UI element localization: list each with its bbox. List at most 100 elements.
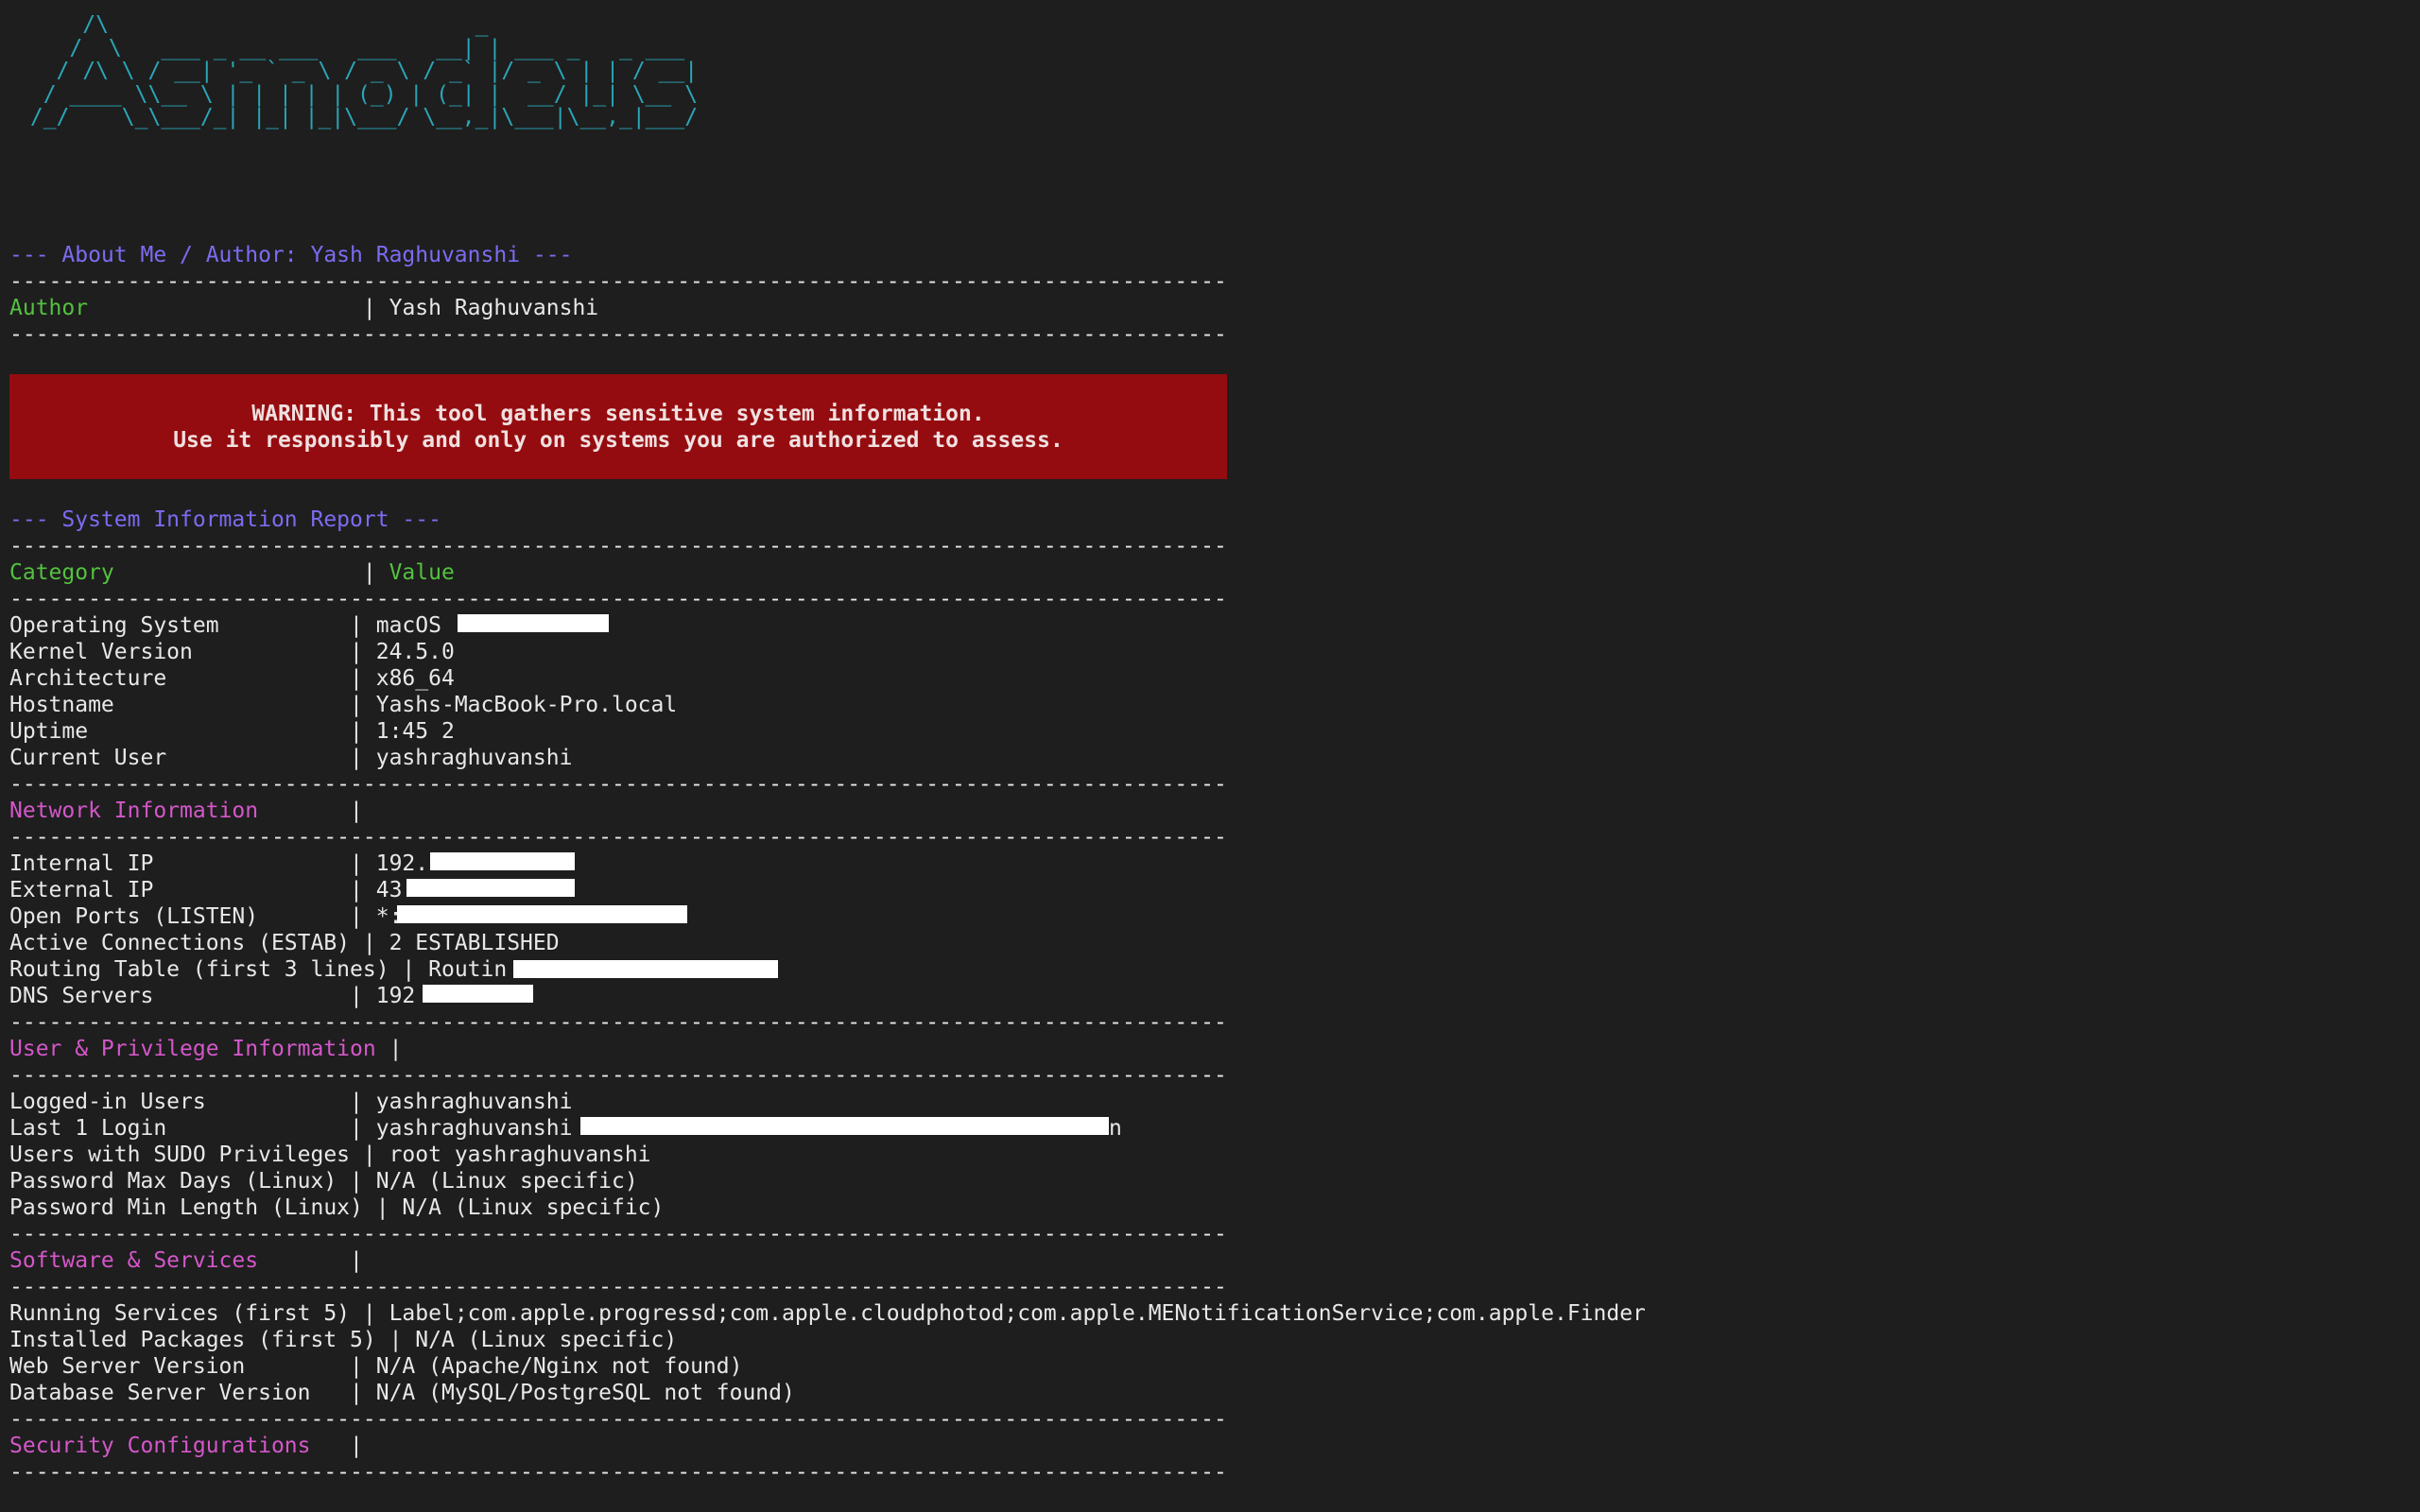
table-row: Internal IP | 192. xyxy=(9,851,429,876)
row-value: x86_64 xyxy=(375,666,455,691)
row-value: root yashraghuvanshi xyxy=(389,1143,651,1167)
row-key: Current User xyxy=(9,746,351,770)
table-row: Current User | yashraghuvanshi xyxy=(9,746,573,770)
redaction-block xyxy=(406,879,575,897)
section-security: Security Configurations | xyxy=(9,1434,363,1458)
table-row: Architecture | x86_64 xyxy=(9,666,455,691)
table-row: Web Server Version | N/A (Apache/Nginx n… xyxy=(9,1354,743,1379)
table-row: DNS Servers | 192 xyxy=(9,984,416,1008)
table-row: Database Server Version | N/A (MySQL/Pos… xyxy=(9,1381,795,1405)
row-key: Last 1 Login xyxy=(9,1116,351,1141)
row-key: Password Max Days (Linux) xyxy=(9,1169,337,1194)
warning-line-1: WARNING: This tool gathers sensitive sys… xyxy=(251,401,985,426)
user-title: User & Privilege Information xyxy=(9,1037,376,1061)
row-key: Operating System xyxy=(9,613,351,638)
row-key: External IP xyxy=(9,878,351,902)
security-title: Security Configurations xyxy=(9,1434,351,1458)
redaction-block xyxy=(580,1117,1109,1135)
ascii-banner: /\ _ / \ ___ _ __ ___ ___ __| | ___ _ _ … xyxy=(29,12,699,129)
table-row: Active Connections (ESTAB) | 2 ESTABLISH… xyxy=(9,931,560,955)
divider: ----------------------------------------… xyxy=(9,269,1227,294)
row-value: Yashs-MacBook-Pro.local xyxy=(375,693,678,717)
divider: ----------------------------------------… xyxy=(9,772,1227,797)
section-user: User & Privilege Information | xyxy=(9,1037,403,1061)
redaction-block xyxy=(513,960,778,978)
table-row: Users with SUDO Privileges | root yashra… xyxy=(9,1143,651,1167)
divider: ----------------------------------------… xyxy=(9,1222,1227,1246)
report-heading: --- System Information Report --- xyxy=(9,507,441,532)
row-value: 2 ESTABLISHED xyxy=(389,931,560,955)
row-key: Database Server Version xyxy=(9,1381,351,1405)
row-value: Label;com.apple.progressd;com.apple.clou… xyxy=(389,1301,1646,1326)
author-pad xyxy=(88,296,350,320)
row-key: Routing Table (first 3 lines) xyxy=(9,957,389,982)
row-key: Open Ports (LISTEN) xyxy=(9,904,351,929)
redaction-block xyxy=(397,905,687,923)
section-network: Network Information | xyxy=(9,799,363,823)
row-value-tail: n xyxy=(1109,1116,1122,1141)
row-value: yashraghuvanshi xyxy=(375,1116,573,1141)
table-row: Password Min Length (Linux) | N/A (Linux… xyxy=(9,1195,665,1220)
author-value: Yash Raghuvanshi xyxy=(389,296,599,320)
table-row: Logged-in Users | yashraghuvanshi xyxy=(9,1090,573,1114)
terminal-window: /\ _ / \ ___ _ __ ___ ___ __| | ___ _ _ … xyxy=(0,0,2420,1512)
row-key: Active Connections (ESTAB) xyxy=(9,931,351,955)
redaction-block xyxy=(423,985,533,1003)
table-row: Open Ports (LISTEN) | *: xyxy=(9,904,403,929)
table-row: Installed Packages (first 5) | N/A (Linu… xyxy=(9,1328,678,1352)
row-value: 1:45 2 xyxy=(375,719,455,744)
divider: ----------------------------------------… xyxy=(9,1460,1227,1485)
table-row: Kernel Version | 24.5.0 xyxy=(9,640,455,664)
row-key: Hostname xyxy=(9,693,351,717)
row-value: 24.5.0 xyxy=(375,640,455,664)
row-value: 43 xyxy=(375,878,403,902)
row-value: 192. xyxy=(375,851,429,876)
row-value: yashraghuvanshi xyxy=(375,746,573,770)
row-value: Routin xyxy=(428,957,508,982)
row-key: DNS Servers xyxy=(9,984,351,1008)
divider: ----------------------------------------… xyxy=(9,825,1227,850)
table-row: External IP | 43 xyxy=(9,878,403,902)
section-software: Software & Services | xyxy=(9,1248,363,1273)
row-value: macOS xyxy=(375,613,455,638)
row-value: N/A (Apache/Nginx not found) xyxy=(375,1354,743,1379)
divider: ----------------------------------------… xyxy=(9,322,1227,347)
row-key: Web Server Version xyxy=(9,1354,351,1379)
table-row: Running Services (first 5) | Label;com.a… xyxy=(9,1301,1646,1326)
table-row: Last 1 Login | yashraghuvanshi xyxy=(9,1116,573,1141)
warning-line-2: Use it responsibly and only on systems y… xyxy=(173,427,1063,453)
table-row: Hostname | Yashs-MacBook-Pro.local xyxy=(9,693,678,717)
row-key: Password Min Length (Linux) xyxy=(9,1195,363,1220)
row-key: Users with SUDO Privileges xyxy=(9,1143,351,1167)
divider: ----------------------------------------… xyxy=(9,587,1227,611)
row-value: N/A (Linux specific) xyxy=(415,1328,678,1352)
redaction-block xyxy=(458,614,609,632)
row-value: yashraghuvanshi xyxy=(375,1090,573,1114)
network-title: Network Information xyxy=(9,799,351,823)
row-value: N/A (MySQL/PostgreSQL not found) xyxy=(375,1381,795,1405)
header-value: Value xyxy=(389,560,455,585)
row-key: Kernel Version xyxy=(9,640,351,664)
row-key: Installed Packages (first 5) xyxy=(9,1328,376,1352)
row-key: Logged-in Users xyxy=(9,1090,351,1114)
row-key: Internal IP xyxy=(9,851,351,876)
table-row: Operating System | macOS xyxy=(9,613,455,638)
software-title: Software & Services xyxy=(9,1248,351,1273)
report-header-row: Category | Value xyxy=(9,560,455,585)
author-key: Author xyxy=(9,296,89,320)
warning-banner: WARNING: This tool gathers sensitive sys… xyxy=(9,374,1227,479)
divider: ----------------------------------------… xyxy=(9,1063,1227,1088)
divider: ----------------------------------------… xyxy=(9,534,1227,558)
table-row: Password Max Days (Linux) | N/A (Linux s… xyxy=(9,1169,638,1194)
row-key: Running Services (first 5) xyxy=(9,1301,351,1326)
row-key: Uptime xyxy=(9,719,351,744)
row-value: 192 xyxy=(375,984,416,1008)
divider: ----------------------------------------… xyxy=(9,1275,1227,1299)
row-value: N/A (Linux specific) xyxy=(402,1195,665,1220)
table-row: Uptime | 1:45 2 xyxy=(9,719,455,744)
redaction-block xyxy=(430,852,575,870)
author-row: Author | Yash Raghuvanshi xyxy=(9,296,599,320)
row-key: Architecture xyxy=(9,666,351,691)
divider: ----------------------------------------… xyxy=(9,1407,1227,1432)
row-value: N/A (Linux specific) xyxy=(375,1169,638,1194)
